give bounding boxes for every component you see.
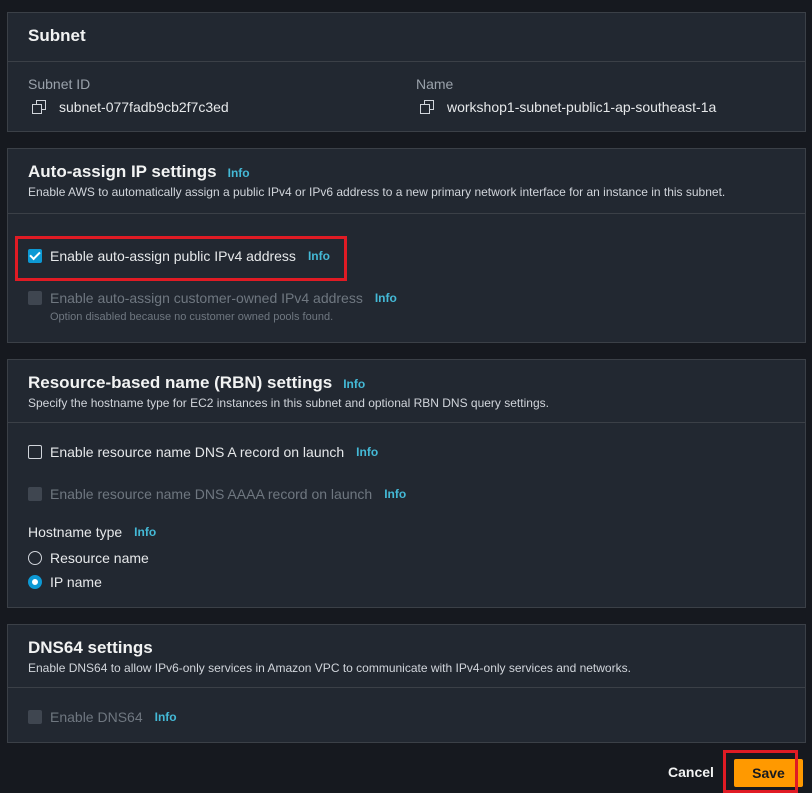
radio-ip-name-label: IP name [50,574,102,590]
dns-aaaa-row: Enable resource name DNS AAAA record on … [28,486,406,502]
rbn-info-link[interactable]: Info [343,377,365,391]
dns64-panel: DNS64 settings Enable DNS64 to allow IPv… [7,624,806,743]
divider [8,61,805,62]
divider [8,213,805,214]
rbn-description: Specify the hostname type for EC2 instan… [28,396,549,410]
dns-a-row: Enable resource name DNS A record on lau… [28,444,378,460]
dns-a-info-link[interactable]: Info [356,445,378,459]
rbn-panel: Resource-based name (RBN) settings Info … [7,359,806,608]
hostname-type-heading: Hostname type Info [28,524,156,540]
highlight-box [15,236,347,281]
dns-a-checkbox[interactable] [28,445,42,459]
customer-ipv4-row: Enable auto-assign customer-owned IPv4 a… [28,290,397,306]
subnet-panel: Subnet Subnet ID subnet-077fadb9cb2f7c3e… [7,12,806,132]
dns64-label: Enable DNS64 [50,709,143,725]
customer-ipv4-info-link[interactable]: Info [375,291,397,305]
copy-icon[interactable] [420,100,434,114]
dns64-title: DNS64 settings [28,638,153,657]
subnet-id-field: Subnet ID subnet-077fadb9cb2f7c3ed [28,76,229,115]
radio-resource-name[interactable]: Resource name [28,550,149,566]
subnet-id-label: Subnet ID [28,76,91,92]
dns-aaaa-info-link[interactable]: Info [384,487,406,501]
radio-resource-name-button[interactable] [28,551,42,565]
customer-ipv4-label: Enable auto-assign customer-owned IPv4 a… [50,290,363,306]
subnet-name-field: Name workshop1-subnet-public1-ap-southea… [416,76,716,115]
hostname-type-info-link[interactable]: Info [134,525,156,539]
customer-ipv4-checkbox [28,291,42,305]
subnet-name-label: Name [416,76,454,92]
dns-aaaa-label: Enable resource name DNS AAAA record on … [50,486,373,502]
cancel-button[interactable]: Cancel [660,760,722,784]
dns64-description: Enable DNS64 to allow IPv6-only services… [28,661,631,675]
dns64-checkbox [28,710,42,724]
dns-a-label: Enable resource name DNS A record on lau… [50,444,345,460]
auto-assign-description: Enable AWS to automatically assign a pub… [28,185,726,199]
subnet-id-value: subnet-077fadb9cb2f7c3ed [59,99,229,115]
dns64-row: Enable DNS64 Info [28,709,177,725]
radio-ip-name[interactable]: IP name [28,574,102,590]
copy-icon[interactable] [32,100,46,114]
hostname-type-label: Hostname type [28,524,123,540]
subnet-name-value: workshop1-subnet-public1-ap-southeast-1a [447,99,717,115]
subnet-panel-title: Subnet [28,26,86,45]
dns-aaaa-checkbox [28,487,42,501]
radio-resource-name-label: Resource name [50,550,149,566]
rbn-title: Resource-based name (RBN) settings [28,373,333,392]
dns64-info-link[interactable]: Info [155,710,177,724]
highlight-box [723,750,798,793]
customer-ipv4-note: Option disabled because no customer owne… [50,311,334,323]
divider [8,422,805,423]
auto-assign-info-link[interactable]: Info [228,166,250,180]
divider [8,687,805,688]
auto-assign-title: Auto-assign IP settings [28,162,217,181]
radio-ip-name-button[interactable] [28,575,42,589]
